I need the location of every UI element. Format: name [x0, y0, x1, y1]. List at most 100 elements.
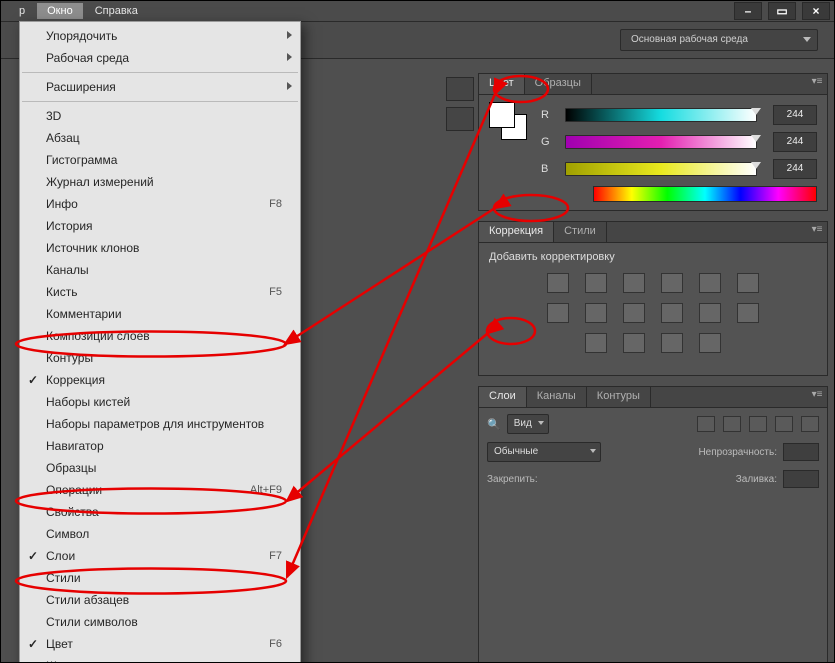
menu-item[interactable]: Контуры [20, 347, 300, 369]
filter-select[interactable]: Вид [507, 414, 549, 434]
menu-item[interactable]: ✓Коррекция [20, 369, 300, 391]
adjustment-icon[interactable] [585, 273, 607, 293]
menu-item-label: Цвет [46, 637, 73, 651]
check-icon: ✓ [28, 637, 38, 651]
b-value[interactable]: 244 [773, 159, 817, 179]
menu-item[interactable]: Упорядочить [20, 25, 300, 47]
opacity-input[interactable] [783, 443, 819, 461]
menu-item-label: Свойства [46, 505, 99, 519]
adjustment-icon[interactable] [585, 333, 607, 353]
lock-label: Закрепить: [487, 474, 538, 485]
menu-item-shortcut: F7 [269, 550, 282, 562]
menu-item[interactable]: Стили [20, 567, 300, 589]
tab-channels[interactable]: Каналы [527, 387, 587, 407]
menu-item[interactable]: Наборы параметров для инструментов [20, 413, 300, 435]
menu-item-shortcut: F8 [269, 198, 282, 210]
menu-item-label: Символ [46, 527, 89, 541]
filter-icon[interactable] [749, 416, 767, 432]
menu-item[interactable]: Стили абзацев [20, 589, 300, 611]
layers-panel-tabs: Слои Каналы Контуры [479, 387, 827, 408]
correction-panel-tabs: Коррекция Стили [479, 222, 827, 243]
tab-paths[interactable]: Контуры [587, 387, 651, 407]
menu-item[interactable]: Абзац [20, 127, 300, 149]
adjustment-icon[interactable] [547, 303, 569, 323]
restore-button[interactable]: ▭ [768, 2, 796, 20]
adjustment-icon[interactable] [661, 303, 683, 323]
app-root: р Окно Справка – ▭ × Основная рабочая ср… [1, 1, 834, 662]
menu-item[interactable]: Навигатор [20, 435, 300, 457]
minimize-button[interactable]: – [734, 2, 762, 20]
menu-item-label: Стили [46, 571, 81, 585]
menu-item[interactable]: ОперацииAlt+F9 [20, 479, 300, 501]
fill-input[interactable] [783, 470, 819, 488]
g-value[interactable]: 244 [773, 132, 817, 152]
menu-item[interactable]: Свойства [20, 501, 300, 523]
menu-item[interactable]: 3D [20, 105, 300, 127]
adjustment-icon[interactable] [585, 303, 607, 323]
blend-mode-select[interactable]: Обычные [487, 442, 601, 462]
menu-item[interactable]: Композиции слоев [20, 325, 300, 347]
menu-item[interactable]: Расширения [20, 76, 300, 98]
filter-icon[interactable] [775, 416, 793, 432]
tab-styles[interactable]: Стили [554, 222, 607, 242]
tab-layers[interactable]: Слои [479, 387, 527, 407]
filter-icon[interactable] [801, 416, 819, 432]
adjustment-icon[interactable] [661, 333, 683, 353]
adjustment-icon[interactable] [661, 273, 683, 293]
tab-correction[interactable]: Коррекция [479, 222, 554, 242]
panel-strip [446, 77, 476, 131]
menu-item[interactable]: Комментарии [20, 303, 300, 325]
workspace-selector-label: Основная рабочая среда [631, 34, 748, 45]
adjustment-icon[interactable] [699, 273, 721, 293]
panel-menu-icon[interactable]: ▾≡ [809, 389, 825, 403]
menu-bar: р Окно Справка – ▭ × [1, 1, 834, 22]
menu-item[interactable]: Образцы [20, 457, 300, 479]
menu-item-help[interactable]: Справка [85, 3, 148, 19]
adjustment-icon[interactable] [547, 273, 569, 293]
panel-menu-icon[interactable]: ▾≡ [809, 224, 825, 238]
menu-item[interactable]: КистьF5 [20, 281, 300, 303]
spectrum-bar[interactable] [593, 186, 817, 202]
menu-item[interactable]: Гистограмма [20, 149, 300, 171]
menu-item-label: История [46, 219, 93, 233]
tab-color[interactable]: Цвет [479, 74, 525, 94]
menu-item-window[interactable]: Окно [37, 3, 83, 19]
panel-strip-icon[interactable] [446, 77, 474, 101]
foreground-swatch[interactable] [489, 102, 515, 128]
color-swatches[interactable] [489, 102, 525, 138]
menu-item[interactable]: Символ [20, 523, 300, 545]
color-panel-body: R 244 G 244 B 244 [479, 95, 827, 210]
menu-item[interactable]: Журнал измерений [20, 171, 300, 193]
panel-menu-icon[interactable]: ▾≡ [809, 76, 825, 90]
menu-item[interactable]: ✓ЦветF6 [20, 633, 300, 655]
panel-strip-icon[interactable] [446, 107, 474, 131]
menu-item[interactable]: Источник клонов [20, 237, 300, 259]
close-button[interactable]: × [802, 2, 830, 20]
adjustment-icon[interactable] [623, 303, 645, 323]
menu-item-label: Наборы кистей [46, 395, 130, 409]
menu-item[interactable]: р [9, 3, 35, 19]
menu-item[interactable]: ИнфоF8 [20, 193, 300, 215]
r-value[interactable]: 244 [773, 105, 817, 125]
adjustment-icon[interactable] [623, 333, 645, 353]
adjustment-icon[interactable] [737, 273, 759, 293]
r-slider[interactable] [565, 108, 757, 122]
adjustment-icon[interactable] [699, 333, 721, 353]
menu-item[interactable]: Стили символов [20, 611, 300, 633]
filter-icon[interactable] [697, 416, 715, 432]
g-slider[interactable] [565, 135, 757, 149]
workspace-selector[interactable]: Основная рабочая среда [620, 29, 818, 51]
menu-item[interactable]: Шкала времени [20, 655, 300, 662]
correction-panel: Коррекция Стили ▾≡ Добавить корректировк… [478, 221, 828, 376]
menu-item[interactable]: Каналы [20, 259, 300, 281]
tab-swatches[interactable]: Образцы [525, 74, 592, 94]
b-slider[interactable] [565, 162, 757, 176]
adjustment-icon[interactable] [699, 303, 721, 323]
filter-icon[interactable] [723, 416, 741, 432]
menu-item[interactable]: Рабочая среда [20, 47, 300, 69]
adjustment-icon[interactable] [737, 303, 759, 323]
adjustment-icon[interactable] [623, 273, 645, 293]
menu-item[interactable]: История [20, 215, 300, 237]
menu-item[interactable]: Наборы кистей [20, 391, 300, 413]
menu-item[interactable]: ✓СлоиF7 [20, 545, 300, 567]
